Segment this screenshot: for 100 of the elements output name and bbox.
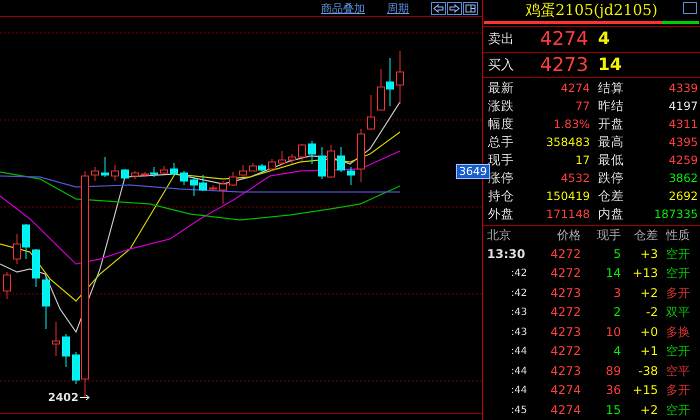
candlestick	[3, 272, 11, 300]
stat-value: 150419	[545, 188, 590, 206]
stat-value: 1.83%	[552, 116, 590, 133]
stat-value: 4259	[668, 152, 698, 170]
column-header: 性质	[664, 226, 690, 244]
stat-value: 358483	[545, 134, 590, 152]
stat-value: 4311	[668, 116, 698, 133]
candlestick	[278, 150, 286, 166]
candlestick	[357, 128, 365, 182]
stat-value: 2692	[668, 188, 698, 206]
trade-volume: 36	[604, 382, 621, 399]
candlestick	[268, 158, 276, 172]
trade-time: :42	[510, 286, 528, 300]
candlestick	[308, 140, 316, 164]
contract-title: 鸡蛋2105(jd2105)	[525, 0, 658, 20]
candlestick	[42, 276, 50, 330]
stat-label: 最低	[597, 151, 625, 170]
stat-label: 幅度	[488, 114, 515, 133]
trade-price: 4274	[549, 402, 581, 418]
quote-volume: 14	[598, 54, 622, 75]
column-header: 北京	[487, 226, 512, 244]
trade-nature: 空平	[665, 362, 690, 380]
candlestick	[101, 156, 109, 178]
stat-value: 171148	[545, 206, 590, 224]
trade-nature: 多开	[665, 382, 690, 399]
low-price-label: 2402	[48, 391, 79, 404]
trade-volume: 4	[612, 343, 621, 360]
stat-label: 跌停	[597, 169, 625, 188]
position-change: -2	[645, 304, 658, 321]
trade-time: :42	[510, 267, 528, 281]
trade-nature: 空开	[665, 265, 690, 282]
stat-value: 187335	[653, 206, 698, 224]
candlestick	[337, 146, 345, 172]
trade-nature: 双平	[665, 304, 690, 321]
candlestick	[288, 154, 296, 164]
maximize-button[interactable]	[683, 2, 697, 14]
trade-volume: 15	[604, 402, 621, 418]
stat-value: 4274	[560, 80, 590, 97]
position-change: +2	[639, 402, 658, 418]
trade-price: 4272	[549, 246, 581, 262]
toolbar-link[interactable]: 周期	[387, 0, 409, 16]
position-change: +2	[639, 284, 658, 302]
candlestick	[131, 170, 139, 180]
trade-nature: 空开	[665, 402, 690, 418]
position-change: +13	[632, 265, 658, 282]
toolbar-link[interactable]: 商品叠加	[321, 0, 365, 16]
candlestick	[111, 164, 119, 182]
stat-label: 最高	[597, 133, 625, 152]
candlestick	[121, 168, 129, 178]
trade-volume: 3	[612, 284, 621, 302]
trade-time: :45	[510, 404, 528, 418]
quote-label: 卖出	[488, 31, 515, 48]
trade-price: 4272	[549, 304, 581, 321]
trade-volume: 5	[612, 246, 621, 262]
trade-volume: 14	[604, 265, 621, 282]
position-change: +1	[639, 343, 658, 360]
stat-value: 77	[574, 98, 590, 115]
trade-nature: 多换	[665, 324, 690, 340]
quote-label: 买入	[488, 56, 515, 74]
trade-price: 4272	[549, 265, 581, 282]
split-layout-icon	[465, 4, 476, 12]
candlestick	[298, 144, 306, 162]
stat-label: 总手	[488, 133, 515, 152]
left-arrow-button[interactable]	[431, 2, 446, 14]
position-change: +3	[639, 246, 658, 262]
stat-label: 开盘	[597, 114, 625, 133]
candlestick	[170, 162, 178, 176]
stat-value: 4197	[668, 98, 698, 115]
candlestick	[52, 322, 60, 356]
trade-nature: 多开	[665, 284, 690, 302]
stat-value: 4395	[668, 134, 698, 152]
stat-label: 昨结	[597, 96, 625, 115]
right-arrow-icon	[449, 4, 460, 12]
stat-label: 仓差	[597, 187, 625, 206]
trade-price: 4274	[549, 382, 581, 399]
trade-time: 13:30	[487, 246, 526, 262]
trade-price: 4272	[549, 343, 581, 360]
trade-nature: 空开	[665, 343, 690, 360]
candlestick	[91, 166, 99, 182]
right-arrow-button[interactable]	[447, 2, 462, 14]
quote-price: 4274	[540, 28, 590, 50]
stat-label: 内盘	[597, 205, 625, 224]
stat-label: 涨跌	[488, 96, 515, 115]
layout-button[interactable]	[463, 2, 478, 14]
quote-price: 4273	[540, 54, 590, 76]
column-header: 现手	[596, 226, 621, 244]
position-change: +15	[632, 382, 658, 399]
stat-label: 最新	[488, 78, 515, 97]
trade-time: :43	[510, 306, 528, 320]
stat-label: 持仓	[488, 187, 515, 206]
stat-label: 外盘	[488, 205, 515, 224]
price-tag: 3649	[456, 164, 490, 179]
trade-time: :44	[510, 345, 528, 359]
trade-nature: 空开	[665, 246, 690, 262]
candlestick	[62, 334, 70, 368]
trade-price: 4273	[549, 284, 581, 302]
position-change: +0	[639, 324, 658, 340]
position-change: -38	[637, 362, 658, 380]
stat-value: 3862	[668, 170, 698, 188]
candlestick	[229, 172, 237, 186]
